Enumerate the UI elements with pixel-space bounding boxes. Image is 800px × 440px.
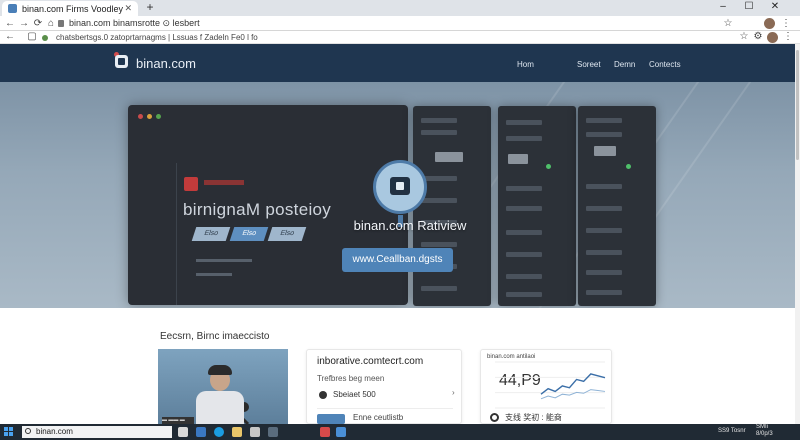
close-window-button[interactable]: ✕ xyxy=(764,0,786,16)
edge-icon[interactable] xyxy=(214,427,224,437)
nav-search[interactable]: Soreet xyxy=(577,60,601,69)
menu-icon[interactable]: ⋮ xyxy=(780,18,792,30)
info-card[interactable]: inborative.comtecrt.com Trefbres beg mee… xyxy=(306,349,462,424)
taskbar-search-text: binan.com xyxy=(36,427,73,436)
tab-close-icon[interactable]: ✕ xyxy=(124,3,132,14)
forward-button[interactable]: → xyxy=(18,18,30,30)
mockup-title: birnignaM posteioy xyxy=(183,200,332,219)
hero-cta-button[interactable]: www.Ceallban.dgsts xyxy=(342,248,453,272)
bookmarks-bar: ← ▢ chatsbertsgs.0 zatoprtarnagms | Lssu… xyxy=(0,31,800,44)
search-icon xyxy=(25,428,31,434)
mockup-button: Elso xyxy=(229,227,269,241)
store-icon[interactable] xyxy=(250,427,260,437)
back-small-icon[interactable]: ← xyxy=(4,31,16,43)
minimize-button[interactable]: – xyxy=(712,0,734,16)
card-line: Sbeiaet 500 xyxy=(333,390,376,399)
clock[interactable]: SMIi 8/0p/3 xyxy=(756,424,773,438)
card-line: Enne ceutlistb xyxy=(353,413,404,422)
app-icon-red[interactable] xyxy=(320,427,330,437)
bookmark-star-icon-2[interactable]: ☆ xyxy=(738,31,750,43)
site-header: binan.com Hom Soreet Demn Contects xyxy=(0,44,795,82)
mockup-badge-icon xyxy=(184,177,198,191)
profile-avatar[interactable] xyxy=(764,18,775,29)
tab-switch-icon[interactable]: ▢ xyxy=(26,31,38,43)
back-button[interactable]: ← xyxy=(4,18,16,30)
home-button[interactable]: ⌂ xyxy=(45,18,57,30)
mail-icon[interactable] xyxy=(268,427,278,437)
mockup-button: Elso xyxy=(191,227,231,241)
review-badge-icon xyxy=(373,160,427,227)
tray-text: SS9 Tosnr xyxy=(718,428,746,434)
bookmark-star-icon[interactable]: ☆ xyxy=(722,18,734,30)
nav-home[interactable]: Hom xyxy=(517,60,534,69)
dashboard-mockup: birnignaM posteioy Elso Elso Elso xyxy=(128,105,408,305)
url-text: binan.com binamsrotte ⊙ lesbert xyxy=(69,18,200,28)
hero-heading: binan.com Ratiview xyxy=(353,218,467,233)
bookmark-favicon-icon xyxy=(42,35,48,41)
page-scrollbar[interactable] xyxy=(795,44,800,424)
stats-card[interactable]: binan.com antilaoi 44,P9 支线 奖初 : 能商 xyxy=(480,349,612,424)
card-mini-button[interactable] xyxy=(317,414,345,424)
os-taskbar: binan.com SS9 Tosnr SMIi 8/0p/3 xyxy=(0,424,800,440)
maximize-button[interactable]: ☐ xyxy=(738,0,760,16)
section-title: Eecsrn, Birnc imaeccisto xyxy=(160,331,270,342)
menu-icon-2[interactable]: ⋮ xyxy=(782,31,794,43)
nav-demo[interactable]: Demn xyxy=(614,60,635,69)
app-icon[interactable] xyxy=(196,427,206,437)
card-title: inborative.comtecrt.com xyxy=(317,356,424,367)
bookmarks-text[interactable]: chatsbertsgs.0 zatoprtarnagms | Lssuas f… xyxy=(56,31,258,44)
photo-caption-chip: ▬ ▬▬ ▬ xyxy=(162,417,194,424)
task-view-icon[interactable] xyxy=(178,427,188,437)
nav-contacts[interactable]: Contects xyxy=(649,60,681,69)
server-rack xyxy=(413,106,491,306)
chart-series-line xyxy=(540,389,606,400)
app-icon-blue[interactable] xyxy=(336,427,346,437)
start-windows-icon[interactable] xyxy=(4,427,14,437)
browser-tab[interactable]: binan.com Firms Voodley ✕ xyxy=(2,1,138,16)
address-bar-row: ← → ⟳ ⌂ binan.com binamsrotte ⊙ lesbert … xyxy=(0,16,800,31)
new-tab-button[interactable]: + xyxy=(144,1,156,14)
server-rack xyxy=(578,106,656,306)
stats-footer: 支线 奖初 : 能商 xyxy=(505,413,562,422)
lock-icon xyxy=(58,20,64,28)
tab-title: binan.com Firms Voodley xyxy=(22,3,124,14)
card-line: Trefbres beg meen xyxy=(317,374,385,383)
globe-icon xyxy=(490,413,499,422)
content-section: Eecsrn, Birnc imaeccisto ▬ ▬▬ ▬ inborati… xyxy=(0,308,795,424)
file-explorer-icon[interactable] xyxy=(232,427,242,437)
mockup-button: Elso xyxy=(267,227,307,241)
profile-avatar-2[interactable] xyxy=(767,32,778,43)
taskbar-search[interactable]: binan.com xyxy=(22,426,172,438)
chevron-right-icon[interactable]: › xyxy=(452,388,455,397)
hero-banner: birnignaM posteioy Elso Elso Elso binan.… xyxy=(0,82,795,308)
site-brand[interactable]: binan.com xyxy=(136,56,196,71)
url-field[interactable]: binan.com binamsrotte ⊙ lesbert xyxy=(58,17,708,29)
browser-tab-bar: binan.com Firms Voodley ✕ + – ☐ ✕ xyxy=(0,0,800,16)
favicon-icon xyxy=(8,4,17,13)
scrollbar-thumb[interactable] xyxy=(796,50,799,160)
server-rack xyxy=(498,106,576,306)
site-logo-icon[interactable] xyxy=(114,52,130,72)
feature-photo[interactable]: ▬ ▬▬ ▬ xyxy=(158,349,288,424)
settings-gear-icon[interactable]: ⚙ xyxy=(752,31,764,43)
settings-icon xyxy=(319,391,327,399)
reload-button[interactable]: ⟳ xyxy=(32,18,44,30)
